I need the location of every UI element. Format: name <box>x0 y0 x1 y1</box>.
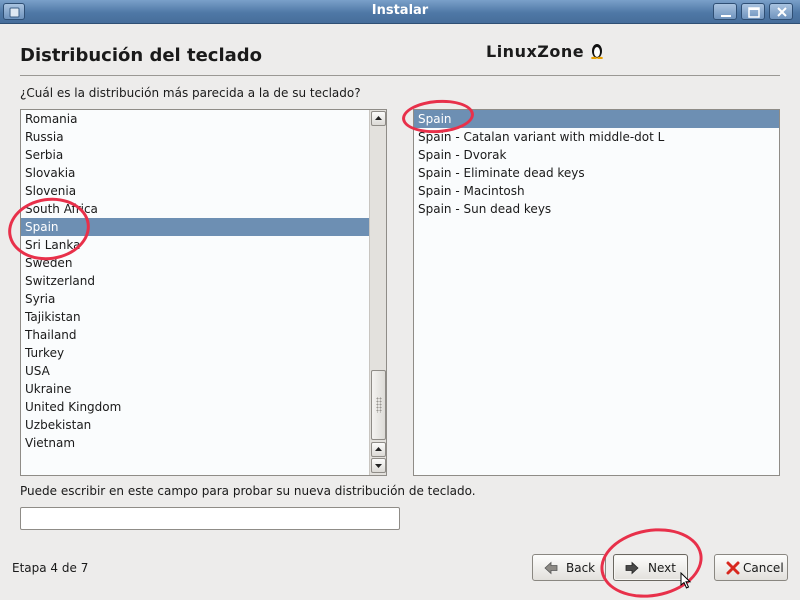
scroll-down-button[interactable] <box>371 458 386 473</box>
scroll-grip <box>376 397 382 413</box>
country-list-item[interactable]: Switzerland <box>21 272 370 290</box>
country-list-item[interactable]: Thailand <box>21 326 370 344</box>
country-list-item[interactable]: Slovenia <box>21 182 370 200</box>
variant-list-item[interactable]: Spain - Dvorak <box>414 146 779 164</box>
country-rows: Romania Russia Serbia Slovakia Slovenia South… <box>21 110 370 452</box>
country-list-scrollbar[interactable] <box>369 110 386 475</box>
page-title: Distribución del teclado <box>20 45 263 66</box>
country-list-item[interactable]: Sweden <box>21 254 370 272</box>
minimize-button[interactable] <box>713 3 737 20</box>
variant-list-item[interactable]: Spain - Catalan variant with middle-dot … <box>414 128 779 146</box>
back-button[interactable]: Back <box>532 554 606 581</box>
cross-icon <box>726 561 740 575</box>
country-list-item[interactable]: Turkey <box>21 344 370 362</box>
scroll-thumb[interactable] <box>371 370 386 440</box>
country-list-item[interactable]: Russia <box>21 128 370 146</box>
country-list-item[interactable]: Sri Lanka <box>21 236 370 254</box>
scroll-up-button[interactable] <box>371 111 386 126</box>
country-list-item[interactable]: Slovakia <box>21 164 370 182</box>
country-list-item[interactable]: United Kingdom <box>21 398 370 416</box>
maximize-button[interactable] <box>741 3 765 20</box>
variant-list-item[interactable]: Spain <box>414 110 779 128</box>
variant-list-item[interactable]: Spain - Eliminate dead keys <box>414 164 779 182</box>
variant-rows: Spain Spain - Catalan variant with middle… <box>414 110 779 218</box>
linuxzone-logo: LinuxZone <box>486 41 604 61</box>
country-list-item[interactable]: Ukraine <box>21 380 370 398</box>
cancel-button[interactable]: Cancel <box>714 554 788 581</box>
test-field-label: Puede escribir en este campo para probar… <box>20 484 476 498</box>
variant-list[interactable]: Spain Spain - Catalan variant with middle… <box>413 109 780 476</box>
header-separator <box>20 75 780 76</box>
arrow-up-icon <box>375 116 382 120</box>
country-list-item[interactable]: Romania <box>21 110 370 128</box>
logo-text: LinuxZone <box>486 42 585 61</box>
country-list-item[interactable]: South Africa <box>21 200 370 218</box>
variant-list-item[interactable]: Spain - Sun dead keys <box>414 200 779 218</box>
window-title: Instalar <box>371 3 429 18</box>
minimize-icon <box>721 15 731 17</box>
scroll-up-lower-button[interactable] <box>371 442 386 457</box>
country-list-item[interactable]: Spain <box>21 218 370 236</box>
arrow-up-icon <box>375 447 382 451</box>
maximize-icon <box>748 7 760 18</box>
arrow-down-icon <box>375 464 382 468</box>
next-button-label: Next <box>648 561 676 575</box>
arrow-right-icon <box>625 561 639 575</box>
country-list-item[interactable]: Vietnam <box>21 434 370 452</box>
mouse-cursor-icon <box>680 572 692 589</box>
close-window-button[interactable] <box>769 3 793 20</box>
layout-question: ¿Cuál es la distribución más parecida a … <box>20 86 361 100</box>
step-indicator: Etapa 4 de 7 <box>12 561 89 575</box>
cancel-button-label: Cancel <box>743 561 784 575</box>
next-button[interactable]: Next <box>613 554 688 581</box>
arrow-left-icon <box>544 561 558 575</box>
penguin-icon <box>591 44 604 59</box>
country-list-item[interactable]: USA <box>21 362 370 380</box>
keyboard-test-input[interactable] <box>20 507 400 530</box>
country-list-item[interactable]: Serbia <box>21 146 370 164</box>
close-icon <box>777 7 787 17</box>
country-list-item[interactable]: Tajikistan <box>21 308 370 326</box>
variant-list-item[interactable]: Spain - Macintosh <box>414 182 779 200</box>
country-list-item[interactable]: Syria <box>21 290 370 308</box>
country-list[interactable]: Romania Russia Serbia Slovakia Slovenia South… <box>20 109 387 476</box>
back-button-label: Back <box>566 561 596 575</box>
country-list-item[interactable]: Uzbekistan <box>21 416 370 434</box>
window-titlebar: Instalar <box>0 0 800 24</box>
